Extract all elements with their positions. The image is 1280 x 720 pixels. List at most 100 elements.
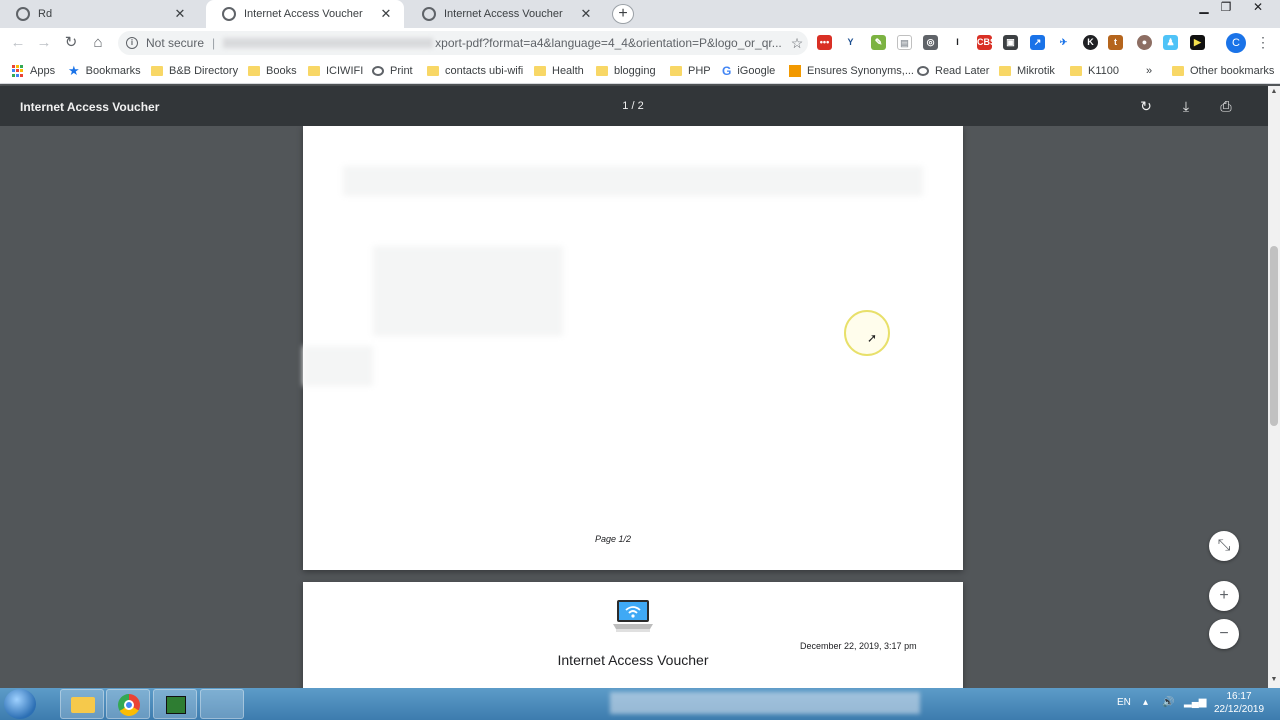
tab-rd[interactable]: Rd ✕	[0, 0, 198, 28]
laptop-wifi-icon	[613, 600, 653, 632]
file-explorer-icon[interactable]	[60, 689, 104, 719]
print-icon[interactable]: ⎙	[1217, 97, 1235, 115]
bookmark-print[interactable]: Print	[372, 63, 413, 79]
rotate-icon[interactable]: ↻	[1137, 97, 1155, 115]
folder-icon	[308, 66, 320, 76]
folder-icon	[1070, 66, 1082, 76]
extension-icon[interactable]: •••	[817, 35, 832, 50]
extension-icon[interactable]: CBS	[977, 35, 996, 50]
home-button[interactable]: ⌂	[88, 33, 108, 53]
profile-avatar[interactable]: C	[1226, 33, 1246, 53]
url-separator: |	[212, 36, 216, 50]
reload-button[interactable]: ↻	[61, 33, 81, 53]
bookmark-iciwifi[interactable]: ICIWIFI	[308, 63, 363, 79]
fit-page-button[interactable]: ⤡	[1209, 531, 1239, 561]
bookmark-bookmarks[interactable]: ★ Bookmarks	[68, 63, 141, 79]
scrollbar-thumb[interactable]	[1270, 246, 1278, 426]
globe-icon	[422, 7, 436, 21]
terminal-app-icon[interactable]	[153, 689, 197, 719]
bookmark-label: Apps	[30, 65, 56, 77]
show-hidden-icons-icon[interactable]: ▴	[1143, 697, 1148, 708]
extension-icon[interactable]: t	[1108, 35, 1123, 50]
zoom-in-button[interactable]: +	[1209, 581, 1239, 611]
globe-icon	[16, 7, 30, 21]
bookmark-read-later[interactable]: Read Later	[917, 63, 989, 79]
menu-icon[interactable]: ⋮	[1256, 35, 1270, 49]
forward-button[interactable]: →	[34, 33, 54, 53]
extension-icon[interactable]: ♟	[1163, 35, 1178, 50]
extension-icon[interactable]: Y	[843, 35, 858, 50]
bookmark-blogging[interactable]: blogging	[596, 63, 656, 79]
pdf-viewport[interactable]: ➚ Page 1/2 Internet Access Voucher Decem…	[0, 126, 1268, 688]
bookmark-apps[interactable]: Apps	[12, 63, 55, 79]
bookmark-label: blogging	[614, 65, 656, 77]
close-icon[interactable]: ✕	[378, 6, 394, 22]
extension-icon[interactable]: ✈	[1056, 35, 1071, 50]
other-bookmarks[interactable]: Other bookmarks	[1172, 63, 1274, 79]
extension-icon[interactable]: ▤	[897, 35, 912, 50]
mouse-cursor-icon: ➚	[867, 331, 878, 345]
back-button[interactable]: ←	[8, 33, 28, 53]
bookmark-bb-directory[interactable]: B&B Directory	[151, 63, 238, 79]
start-button[interactable]	[4, 689, 36, 719]
bookmarks-overflow-button[interactable]: »	[1146, 63, 1152, 79]
close-window-button[interactable]: ✕	[1246, 0, 1270, 18]
tab-title: Internet Access Voucher	[244, 8, 363, 20]
close-icon[interactable]: ✕	[578, 6, 594, 22]
tab-strip: Rd ✕ Internet Access Voucher ✕ Internet …	[0, 0, 1280, 28]
tab-voucher-active[interactable]: Internet Access Voucher ✕	[206, 0, 404, 28]
folder-icon	[596, 66, 608, 76]
extension-icon[interactable]: I	[950, 35, 965, 50]
site-icon	[789, 65, 801, 77]
bookmark-health[interactable]: Health	[534, 63, 584, 79]
pdf-title: Internet Access Voucher	[20, 100, 160, 114]
volume-icon[interactable]: 🔊	[1162, 697, 1174, 708]
redacted-url-part	[223, 38, 434, 48]
bookmark-k1100[interactable]: K1100	[1070, 63, 1119, 79]
extension-icon[interactable]: ↗	[1030, 35, 1045, 50]
clock-date: 22/12/2019	[1213, 704, 1265, 715]
extension-icon[interactable]: ▣	[1003, 35, 1018, 50]
folder-icon	[999, 66, 1011, 76]
faded-content	[373, 246, 563, 336]
info-icon[interactable]: i	[126, 37, 138, 49]
taskbar-app-icon[interactable]	[200, 689, 244, 719]
extension-icon[interactable]: ▶	[1190, 35, 1205, 50]
bookmark-contacts-ubi-wifi[interactable]: contacts ubi-wifi	[427, 63, 523, 79]
zoom-out-button[interactable]: −	[1209, 619, 1239, 649]
close-icon[interactable]: ✕	[172, 6, 188, 22]
redacted-status	[610, 692, 920, 714]
bookmark-igoogle[interactable]: G iGoogle	[722, 63, 775, 79]
new-tab-button[interactable]: +	[612, 4, 634, 24]
bookmarks-bar: Apps ★ Bookmarks B&B Directory Books ICI…	[0, 58, 1280, 84]
extension-icon[interactable]: ✎	[871, 35, 886, 50]
extension-icon[interactable]: ●	[1137, 35, 1152, 50]
bookmark-php[interactable]: PHP	[670, 63, 711, 79]
minimize-button[interactable]: ▁	[1192, 0, 1216, 18]
folder-icon	[534, 66, 546, 76]
bookmark-ensures-synonyms[interactable]: Ensures Synonyms,...	[789, 63, 914, 79]
scroll-down-icon[interactable]: ▼	[1268, 676, 1280, 683]
extension-icon[interactable]: K	[1083, 35, 1098, 50]
tab-voucher[interactable]: Internet Access Voucher ✕	[406, 0, 604, 28]
chrome-icon[interactable]	[106, 689, 150, 719]
taskbar: EN ▴ 🔊 ▂▄▆ 16:17 22/12/2019	[0, 688, 1280, 720]
globe-icon	[222, 7, 236, 21]
bookmark-label: Bookmarks	[85, 65, 141, 77]
restore-button[interactable]: ❐	[1214, 0, 1238, 18]
bookmark-mikrotik[interactable]: Mikrotik	[999, 63, 1055, 79]
folder-icon	[151, 66, 163, 76]
address-bar[interactable]: i Not secure | xport-pdf?format=a4&langu…	[118, 31, 808, 55]
bookmark-star-icon[interactable]: ☆	[786, 35, 808, 52]
download-icon[interactable]: ⤓	[1177, 97, 1195, 115]
system-clock[interactable]: 16:17 22/12/2019	[1204, 690, 1274, 716]
folder-icon	[427, 66, 439, 76]
bookmark-books[interactable]: Books	[248, 63, 297, 79]
extension-icon[interactable]: ◎	[923, 35, 938, 50]
scroll-up-icon[interactable]: ▲	[1268, 88, 1280, 95]
page-indicator[interactable]: 1 / 2	[608, 100, 658, 112]
vertical-scrollbar[interactable]: ▲ ▼	[1268, 86, 1280, 688]
bookmark-label: Read Later	[935, 65, 990, 77]
star-icon: ★	[68, 63, 80, 78]
language-indicator[interactable]: EN	[1117, 697, 1131, 708]
